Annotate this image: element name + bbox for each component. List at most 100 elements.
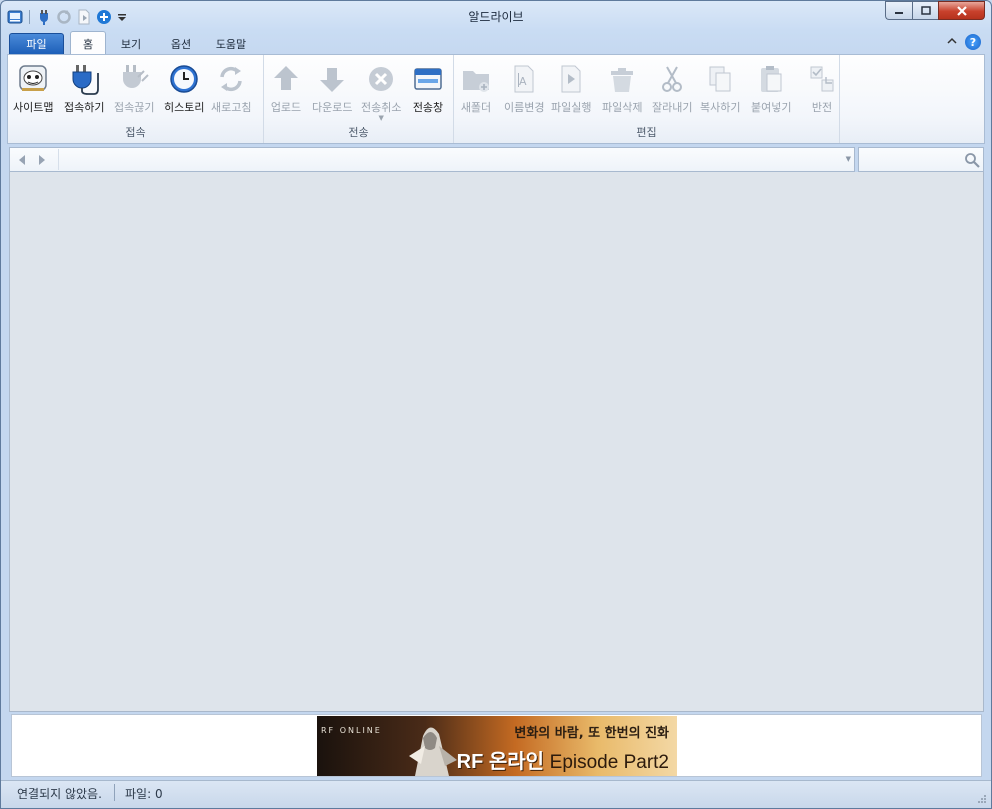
address-bar: ▼ bbox=[9, 147, 855, 172]
ribbon-tabs: 파일 홈 보기 옵션 도움말 bbox=[9, 31, 256, 55]
close-button[interactable] bbox=[938, 1, 985, 20]
tab-help[interactable]: 도움말 bbox=[206, 33, 256, 55]
ribbon-group-connection: 사이트맵 접속하기 접속끊기 히스토리 새로고침 접속 bbox=[8, 55, 264, 143]
delete-file-icon bbox=[606, 63, 638, 95]
forward-arrow-icon[interactable] bbox=[36, 153, 48, 166]
title-bar: 알드라이브 bbox=[1, 1, 991, 31]
ad-brand-logo: RF ONLINE bbox=[321, 726, 382, 735]
cancel-transfer-dropdown-icon[interactable]: ▼ bbox=[379, 114, 384, 122]
maximize-icon bbox=[920, 5, 931, 15]
group-label-edit: 편집 bbox=[636, 126, 657, 139]
disconnect-label: 접속끊기 bbox=[114, 101, 155, 114]
cut-button[interactable]: 잘라내기 bbox=[652, 63, 692, 115]
copy-icon bbox=[704, 63, 736, 95]
ad-tagline: 변화의 바람, 또 한번의 진화 bbox=[514, 726, 669, 741]
transfer-window-icon bbox=[412, 63, 444, 95]
transfer-window-label: 전송창 bbox=[412, 101, 444, 114]
cancel-transfer-label: 전송취소 bbox=[361, 101, 402, 114]
sitemap-label: 사이트맵 bbox=[13, 101, 54, 114]
copy-label: 복사하기 bbox=[700, 101, 741, 114]
group-label-connection: 접속 bbox=[125, 126, 146, 139]
history-clock-icon bbox=[168, 63, 200, 95]
new-folder-button[interactable]: 새폴더 bbox=[460, 63, 492, 115]
ribbon-panel: 사이트맵 접속하기 접속끊기 히스토리 새로고침 접속 업로드 다운로드 전송취… bbox=[7, 54, 985, 144]
minimize-icon bbox=[895, 11, 903, 14]
download-label: 다운로드 bbox=[312, 101, 353, 114]
ribbon-group-transfer: 업로드 다운로드 전송취소 ▼ 전송창 전송 bbox=[264, 55, 454, 143]
rename-label: 이름변경 bbox=[504, 101, 545, 114]
ad-character-image bbox=[409, 727, 457, 776]
address-dropdown-icon[interactable]: ▼ bbox=[846, 155, 851, 163]
upload-button[interactable]: 업로드 bbox=[270, 63, 302, 115]
search-input[interactable] bbox=[861, 150, 961, 169]
ad-title-episode: Episode Part2 bbox=[549, 752, 669, 773]
search-icon[interactable] bbox=[964, 152, 980, 171]
file-list-pane[interactable] bbox=[9, 172, 984, 712]
tab-file[interactable]: 파일 bbox=[9, 33, 64, 55]
back-arrow-icon[interactable] bbox=[16, 153, 28, 166]
new-folder-icon bbox=[460, 63, 492, 95]
status-bar: 연결되지 않았음. 파일: 0 bbox=[1, 780, 991, 808]
rename-icon: A bbox=[508, 63, 540, 95]
disconnect-button[interactable]: 접속끊기 bbox=[114, 63, 154, 115]
refresh-icon bbox=[215, 63, 247, 95]
cut-label: 잘라내기 bbox=[652, 101, 693, 114]
transfer-window-button[interactable]: 전송창 bbox=[412, 63, 444, 115]
ad-title-main: RF 온라인 bbox=[456, 751, 545, 773]
refresh-label: 새로고침 bbox=[211, 101, 252, 114]
new-folder-label: 새폴더 bbox=[460, 101, 492, 114]
address-separator bbox=[58, 149, 59, 170]
paste-button[interactable]: 붙여넣기 bbox=[751, 63, 791, 115]
file-count-status: 파일: 0 bbox=[125, 787, 163, 801]
minimize-ribbon-icon[interactable] bbox=[947, 37, 957, 48]
app-window: 알드라이브 파일 홈 보기 옵션 도움말 ? 사이트맵 접속하기 접속끊기 히스… bbox=[0, 0, 992, 809]
delete-file-button[interactable]: 파일삭제 bbox=[602, 63, 642, 115]
run-file-label: 파일실행 bbox=[551, 101, 592, 114]
window-title: 알드라이브 bbox=[468, 10, 524, 24]
ad-banner[interactable]: RF ONLINE 변화의 바람, 또 한번의 진화 RF 온라인 Episod… bbox=[317, 716, 677, 776]
invert-selection-icon bbox=[806, 63, 838, 95]
connection-status: 연결되지 않았음. bbox=[17, 787, 102, 801]
address-input[interactable] bbox=[60, 149, 836, 170]
svg-text:A: A bbox=[519, 75, 527, 88]
disconnect-plug-icon bbox=[118, 63, 150, 95]
refresh-button[interactable]: 새로고침 bbox=[211, 63, 251, 115]
upload-arrow-icon bbox=[270, 63, 302, 95]
connect-label: 접속하기 bbox=[64, 101, 105, 114]
status-separator bbox=[114, 784, 115, 801]
ribbon-right-controls: ? bbox=[947, 34, 981, 50]
ribbon-group-edit: 새폴더 A 이름변경 파일실행 파일삭제 잘라내기 복사하기 붙여넣기 반전 편… bbox=[454, 55, 840, 143]
ad-title: RF 온라인 Episode Part2 bbox=[457, 745, 669, 774]
group-label-transfer: 전송 bbox=[348, 126, 369, 139]
nav-buttons bbox=[16, 153, 48, 166]
copy-button[interactable]: 복사하기 bbox=[700, 63, 740, 115]
minimize-button[interactable] bbox=[885, 1, 912, 20]
paste-label: 붙여넣기 bbox=[751, 101, 792, 114]
delete-file-label: 파일삭제 bbox=[602, 101, 643, 114]
sitemap-button[interactable]: 사이트맵 bbox=[13, 63, 53, 115]
connect-button[interactable]: 접속하기 bbox=[64, 63, 104, 115]
download-button[interactable]: 다운로드 bbox=[312, 63, 352, 115]
paste-icon bbox=[755, 63, 787, 95]
cancel-transfer-icon bbox=[365, 63, 397, 95]
download-arrow-icon bbox=[316, 63, 348, 95]
connect-plug-icon bbox=[68, 63, 100, 95]
sitemap-icon bbox=[17, 63, 49, 95]
history-button[interactable]: 히스토리 bbox=[164, 63, 204, 115]
invert-selection-button[interactable]: 반전 bbox=[806, 63, 838, 115]
cancel-transfer-button[interactable]: 전송취소 ▼ bbox=[361, 63, 401, 122]
rename-button[interactable]: A 이름변경 bbox=[504, 63, 544, 115]
resize-grip-icon[interactable] bbox=[977, 794, 987, 804]
run-file-button[interactable]: 파일실행 bbox=[551, 63, 591, 115]
tab-options[interactable]: 옵션 bbox=[156, 33, 206, 55]
upload-label: 업로드 bbox=[270, 101, 302, 114]
search-box bbox=[858, 147, 984, 172]
ad-area: RF ONLINE 변화의 바람, 또 한번의 진화 RF 온라인 Episod… bbox=[11, 714, 982, 777]
run-file-icon bbox=[555, 63, 587, 95]
invert-selection-label: 반전 bbox=[811, 101, 833, 114]
tab-home[interactable]: 홈 bbox=[70, 31, 106, 55]
tab-view[interactable]: 보기 bbox=[106, 33, 156, 55]
help-icon[interactable]: ? bbox=[965, 34, 981, 50]
maximize-button[interactable] bbox=[912, 1, 938, 20]
window-controls bbox=[885, 1, 985, 20]
